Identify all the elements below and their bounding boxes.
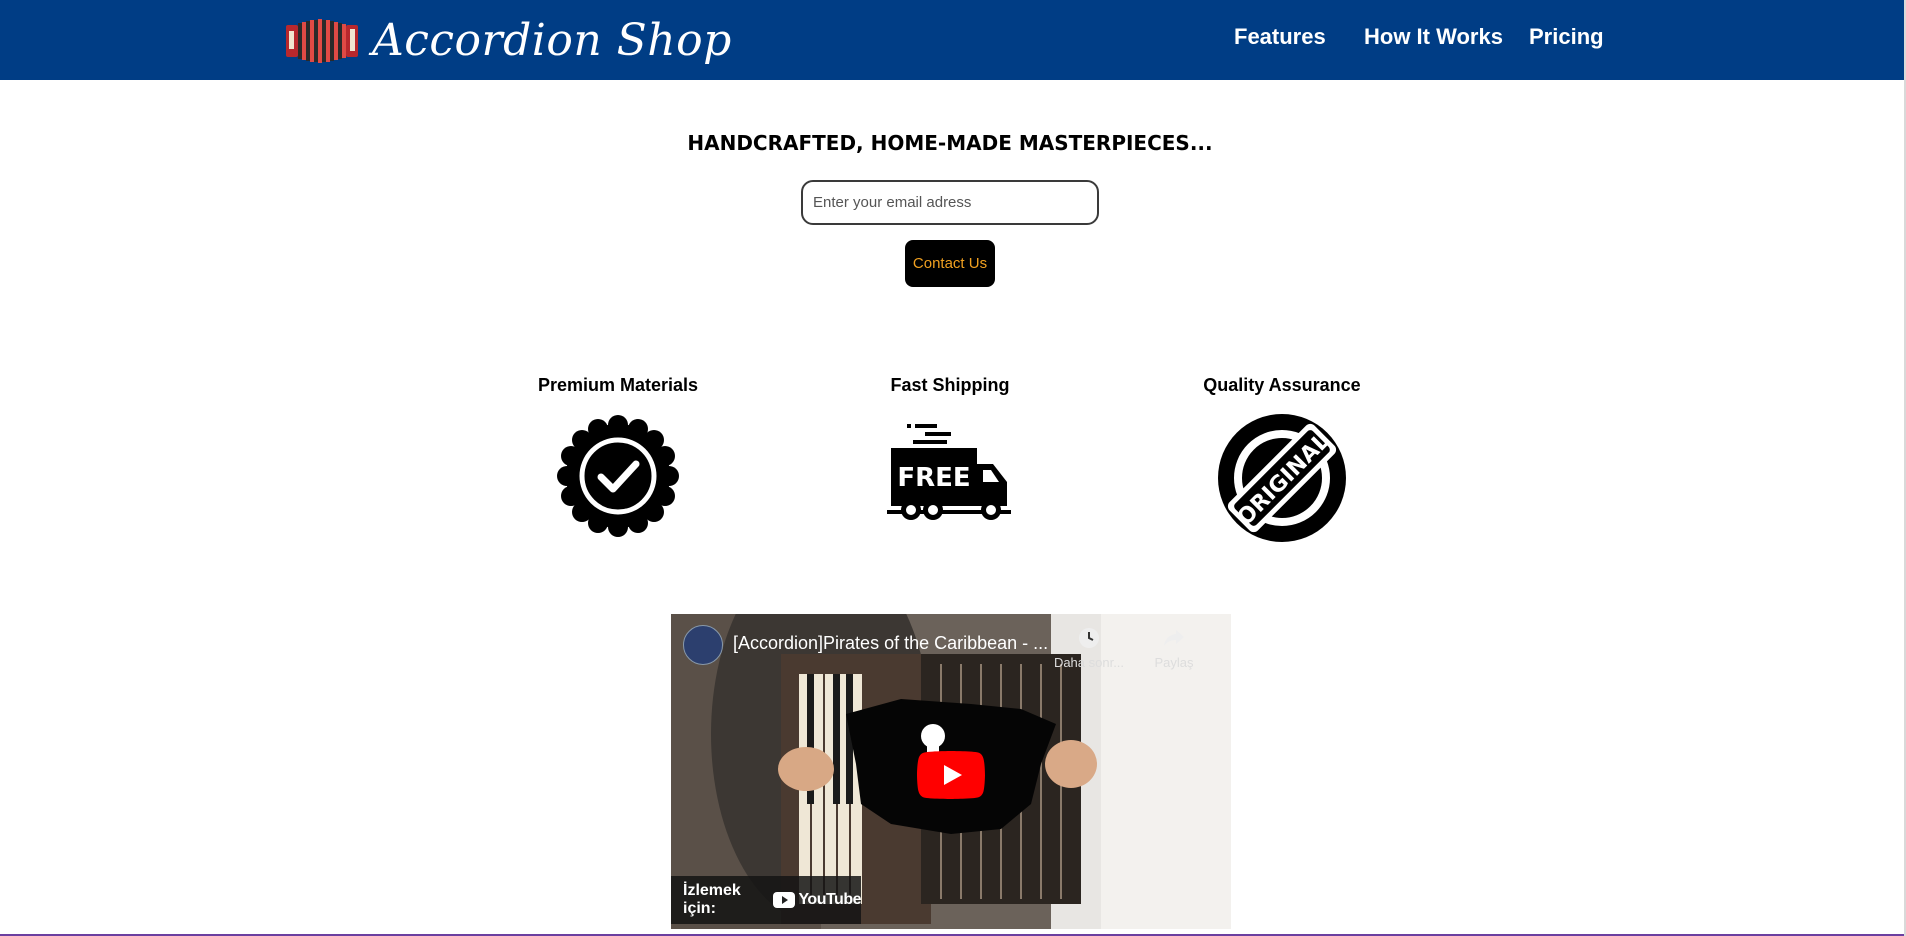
accordion-icon (286, 19, 358, 63)
contact-us-button[interactable]: Contact Us (905, 240, 995, 287)
channel-avatar[interactable] (683, 625, 723, 665)
share-button[interactable]: Paylaş (1134, 626, 1214, 670)
video-embed[interactable]: [Accordion]Pirates of the Caribbean - ..… (671, 614, 1231, 929)
feature-quality-assurance: Quality Assurance ORIGINAL (1162, 371, 1402, 544)
feature-premium-materials: Premium Materials (498, 371, 738, 538)
free-label: FREE (897, 463, 970, 493)
video-title[interactable]: [Accordion]Pirates of the Caribbean - ..… (733, 633, 1053, 654)
watch-on-label: İzlemek için: (683, 882, 741, 917)
share-label: Paylaş (1154, 655, 1194, 670)
email-input[interactable] (801, 180, 1099, 225)
watch-later-label: Daha sonr... (1053, 655, 1125, 670)
nav-how-it-works[interactable]: How It Works (1364, 24, 1503, 50)
brand-name: Accordion Shop (372, 14, 732, 66)
navbar: Accordion Shop Features How It Works Pri… (0, 0, 1904, 80)
youtube-wordmark: YouTube (798, 891, 861, 908)
feature-title: Premium Materials (537, 375, 699, 395)
clock-icon (1079, 628, 1099, 648)
original-stamp-icon: ORIGINAL (1218, 414, 1346, 542)
feature-title: Fast Shipping (890, 375, 1010, 395)
watch-on-youtube-bar[interactable]: İzlemek için: YouTube (671, 876, 861, 924)
play-button-icon[interactable] (917, 751, 985, 799)
watch-later-button[interactable]: Daha sonr... (1049, 626, 1129, 670)
feature-title: Quality Assurance (1203, 375, 1361, 395)
youtube-logo: YouTube (773, 891, 861, 909)
hero-title: HANDCRAFTED, HOME-MADE MASTERPIECES... (687, 131, 1213, 155)
share-icon (1164, 630, 1184, 646)
nav-features[interactable]: Features (1234, 24, 1326, 50)
brand[interactable]: Accordion Shop (284, 10, 732, 70)
free-shipping-truck-icon: FREE (887, 424, 1011, 520)
nav-pricing[interactable]: Pricing (1529, 24, 1604, 50)
youtube-icon (773, 892, 796, 908)
badge-check-icon (557, 415, 679, 537)
page: Accordion Shop Features How It Works Pri… (0, 0, 1906, 936)
feature-fast-shipping: Fast Shipping FREE (830, 371, 1070, 532)
